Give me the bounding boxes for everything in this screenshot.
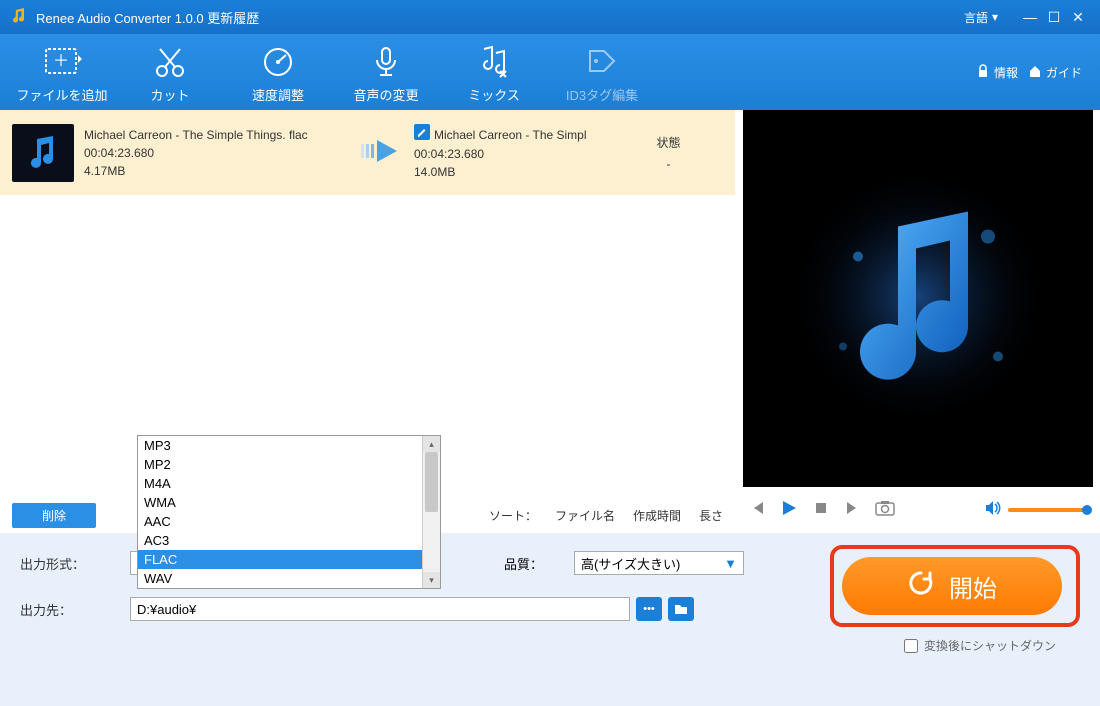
add-file-icon: ＋ (8, 41, 116, 83)
info-link[interactable]: 情報 (976, 64, 1018, 81)
status-column: 状態 - (614, 134, 723, 171)
format-option[interactable]: WMA (138, 493, 440, 512)
quality-select[interactable]: 高(サイズ大きい) ▼ (574, 551, 744, 575)
prev-button[interactable] (747, 500, 767, 521)
microphone-icon (332, 41, 440, 83)
volume-knob[interactable] (1082, 505, 1092, 515)
chevron-down-icon: ▼ (724, 556, 737, 571)
volume-slider[interactable] (1008, 508, 1088, 512)
home-icon (1028, 64, 1042, 81)
tag-icon (548, 41, 656, 83)
refresh-icon (907, 569, 935, 604)
input-file-info: Michael Carreon - The Simple Things. fla… (84, 126, 354, 180)
input-duration: 00:04:23.680 (84, 144, 354, 162)
format-option[interactable]: WAV (138, 569, 440, 588)
toolbar-voice[interactable]: 音声の変更 (332, 41, 440, 104)
titlebar: Renee Audio Converter 1.0.0 更新履歴 言語 ▾ — … (0, 0, 1100, 34)
toolbar-add-file[interactable]: ＋ ファイルを追加 (8, 41, 116, 104)
guide-link[interactable]: ガイド (1028, 64, 1082, 81)
start-highlight-box: 開始 (830, 545, 1080, 627)
format-option[interactable]: MP2 (138, 455, 440, 474)
close-button[interactable]: ✕ (1066, 9, 1090, 26)
format-option[interactable]: M4A (138, 474, 440, 493)
dest-label: 出力先： (20, 600, 130, 619)
toolbar-cut[interactable]: カット (116, 41, 224, 104)
output-file-info: Michael Carreon - The Simpl 00:04:23.680… (414, 124, 614, 181)
app-logo-icon (10, 7, 28, 28)
play-button[interactable] (779, 499, 799, 522)
scroll-down-icon[interactable]: ▾ (423, 572, 440, 588)
toolbar-speed[interactable]: 速度調整 (224, 41, 332, 104)
edit-icon[interactable] (414, 124, 430, 145)
sort-by-name[interactable]: ファイル名 (555, 507, 615, 524)
input-filename: Michael Carreon - The Simple Things. fla… (84, 126, 354, 144)
next-button[interactable] (843, 500, 863, 521)
format-option[interactable]: MP3 (138, 436, 440, 455)
dest-path-field[interactable]: D:¥audio¥ (130, 597, 630, 621)
music-note-artwork (788, 166, 1048, 431)
shutdown-checkbox[interactable] (904, 639, 918, 653)
preview-panel (735, 110, 1100, 533)
stop-button[interactable] (811, 501, 831, 520)
convert-arrow-icon (354, 136, 414, 169)
minimize-button[interactable]: — (1018, 9, 1042, 25)
shutdown-option[interactable]: 変換後にシャットダウン (830, 637, 1080, 654)
main-toolbar: ＋ ファイルを追加 カット 速度調整 音声の変更 ミックス ID3タグ編集 (0, 34, 1100, 110)
start-area: 開始 変換後にシャットダウン (830, 545, 1080, 654)
speed-icon (224, 41, 332, 83)
output-filename: Michael Carreon - The Simpl (434, 126, 587, 144)
toolbar-mix[interactable]: ミックス (440, 41, 548, 104)
dest-browse-button[interactable] (668, 597, 694, 621)
snapshot-button[interactable] (875, 500, 895, 521)
chevron-down-icon: ▾ (992, 10, 998, 24)
format-option[interactable]: AC3 (138, 531, 440, 550)
scroll-up-icon[interactable]: ▴ (423, 436, 440, 452)
format-option[interactable]: AAC (138, 512, 440, 531)
mix-icon (440, 41, 548, 83)
app-title: Renee Audio Converter 1.0.0 更新履歴 (36, 8, 964, 27)
format-dropdown-list[interactable]: MP3 MP2 M4A WMA AAC AC3 FLAC WAV ▴ ▾ (137, 435, 441, 589)
volume-icon (984, 500, 1002, 521)
lock-icon (976, 64, 990, 81)
format-label: 出力形式： (20, 554, 130, 573)
scrollbar[interactable]: ▴ ▾ (422, 436, 440, 588)
sort-controls: ソート： ファイル名 作成時間 長さ (489, 507, 723, 524)
sort-by-length[interactable]: 長さ (699, 507, 723, 524)
sort-by-time[interactable]: 作成時間 (633, 507, 681, 524)
cut-icon (116, 41, 224, 83)
scrollbar-thumb[interactable] (425, 452, 438, 512)
volume-control[interactable] (984, 500, 1088, 521)
output-duration: 00:04:23.680 (414, 145, 614, 163)
preview-canvas (743, 110, 1093, 487)
maximize-button[interactable]: ☐ (1042, 9, 1066, 26)
start-button[interactable]: 開始 (842, 557, 1062, 615)
file-thumbnail (12, 124, 74, 182)
svg-text:＋: ＋ (53, 53, 69, 70)
preview-controls (735, 487, 1100, 533)
file-row[interactable]: Michael Carreon - The Simple Things. fla… (0, 110, 735, 195)
output-size: 14.0MB (414, 163, 614, 181)
format-option-selected[interactable]: FLAC (138, 550, 440, 569)
input-size: 4.17MB (84, 162, 354, 180)
dest-more-button[interactable]: ••• (636, 597, 662, 621)
toolbar-id3: ID3タグ編集 (548, 41, 656, 104)
delete-button[interactable]: 削除 (12, 503, 96, 528)
language-dropdown[interactable]: 言語 ▾ (964, 9, 998, 26)
quality-label: 品質： (504, 554, 574, 573)
